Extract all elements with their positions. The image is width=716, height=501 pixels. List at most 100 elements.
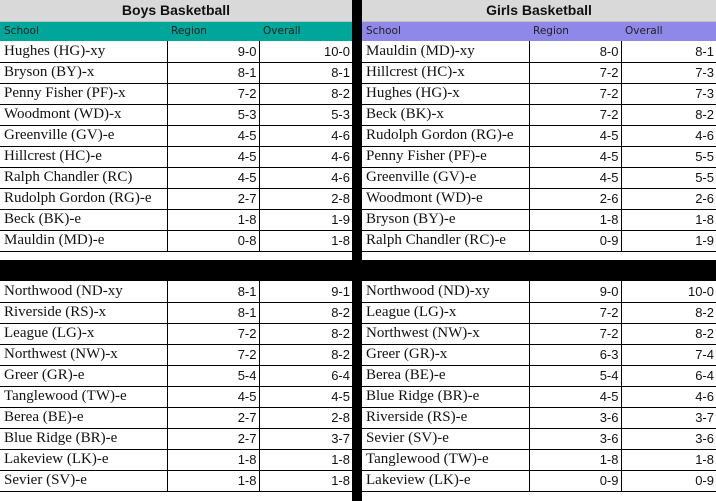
school-cell: Greenville (GV)-e — [0, 125, 167, 147]
overall-record-cell: 2-8 — [258, 407, 352, 429]
overall-record-cell: 8-2 — [620, 323, 716, 345]
region-record-cell: 7-2 — [528, 62, 621, 84]
school-cell: Hughes (HG)-x — [362, 83, 529, 105]
school-cell: Northwest (NW)-x — [0, 344, 167, 366]
table-row: Beck (BK)-x 7-2 8-2 — [362, 104, 716, 126]
table-row: Sevier (SV)-e 1-8 1-8 — [0, 470, 352, 492]
table-row: Tanglewood (TW)-e 4-5 4-5 — [0, 386, 352, 408]
boys-division2-standings: Northwood (ND-xy 8-1 9-1 Riverside (RS)-x 8-… — [0, 281, 352, 492]
overall-record-cell: 5-3 — [258, 104, 352, 126]
boys-division1-standings: Hughes (HG)-xy 9-0 10-0 Bryson (BY)-x 8-1 8-1… — [0, 41, 352, 252]
region-record-cell: 3-6 — [528, 428, 621, 450]
table-row: Hillcrest (HC)-x 7-2 7-3 — [362, 62, 716, 84]
girls-title: Girls Basketball — [362, 0, 716, 22]
school-cell: Bryson (BY)-x — [0, 62, 167, 84]
school-cell: Ralph Chandler (RC)-e — [362, 230, 529, 252]
school-cell: Beck (BK)-x — [362, 104, 529, 126]
overall-record-cell: 4-6 — [258, 167, 352, 189]
school-cell: Rudolph Gordon (RG)-e — [0, 188, 167, 210]
region-record-cell: 8-1 — [166, 302, 259, 324]
table-row: Beck (BK)-e 1-8 1-9 — [0, 209, 352, 231]
table-row: Sevier (SV)-e 3-6 3-6 — [362, 428, 716, 450]
overall-record-cell: 8-2 — [620, 104, 716, 126]
region-record-cell: 4-5 — [166, 386, 259, 408]
region-record-cell: 1-8 — [166, 470, 259, 492]
overall-record-cell: 4-6 — [620, 125, 716, 147]
region-record-cell: 5-3 — [166, 104, 259, 126]
standings-table: Northwood (ND)-xy 9-0 10-0 League (LG)-x 7-2… — [362, 281, 716, 492]
region-record-cell: 5-4 — [528, 365, 621, 387]
overall-record-cell: 9-1 — [258, 281, 352, 303]
overall-record-cell: 6-4 — [620, 365, 716, 387]
school-cell: Northwood (ND-xy — [0, 281, 167, 303]
table-row: Woodmont (WD)-x 5-3 5-3 — [0, 104, 352, 126]
table-row: Mauldin (MD)-e 0-8 1-8 — [0, 230, 352, 252]
region-record-cell: 2-6 — [528, 188, 621, 210]
region-record-cell: 1-8 — [166, 449, 259, 471]
school-cell: Northwood (ND)-xy — [362, 281, 529, 303]
table-row: Greenville (GV)-e 4-5 4-6 — [0, 125, 352, 147]
table-row: Northwest (NW)-x 7-2 8-2 — [362, 323, 716, 345]
girls-division2-standings: Northwood (ND)-xy 9-0 10-0 League (LG)-x 7-2… — [362, 281, 716, 492]
region-record-cell: 4-5 — [528, 146, 621, 168]
girls-basketball-panel: Girls Basketball School Region Overall M… — [362, 0, 716, 492]
standings-table: Northwood (ND-xy 8-1 9-1 Riverside (RS)-x 8-… — [0, 281, 352, 492]
region-record-cell: 4-5 — [528, 167, 621, 189]
school-cell: Woodmont (WD)-x — [0, 104, 167, 126]
overall-record-cell: 8-2 — [258, 302, 352, 324]
column-region: Region — [171, 25, 207, 37]
school-cell: Hillcrest (HC)-e — [0, 146, 167, 168]
school-cell: Hillcrest (HC)-x — [362, 62, 529, 84]
overall-record-cell: 1-8 — [620, 209, 716, 231]
boys-title: Boys Basketball — [0, 0, 352, 22]
overall-record-cell: 0-9 — [620, 470, 716, 492]
region-record-cell: 3-6 — [528, 407, 621, 429]
table-row: Berea (BE)-e 2-7 2-8 — [0, 407, 352, 429]
region-record-cell: 7-2 — [528, 323, 621, 345]
school-cell: Berea (BE)-e — [362, 365, 529, 387]
girls-column-header: School Region Overall — [362, 22, 716, 41]
overall-record-cell: 6-4 — [258, 365, 352, 387]
boys-basketball-panel: Boys Basketball School Region Overall Hu… — [0, 0, 352, 492]
region-record-cell: 1-8 — [528, 449, 621, 471]
school-cell: Bryson (BY)-e — [362, 209, 529, 231]
table-row: League (LG)-x 7-2 8-2 — [362, 302, 716, 324]
table-row: Lakeview (LK)-e 0-9 0-9 — [362, 470, 716, 492]
table-row: Hillcrest (HC)-e 4-5 4-6 — [0, 146, 352, 168]
table-row: Ralph Chandler (RC) 4-5 4-6 — [0, 167, 352, 189]
region-record-cell: 8-0 — [528, 41, 621, 63]
column-overall: Overall — [263, 25, 301, 37]
school-cell: Ralph Chandler (RC) — [0, 167, 167, 189]
school-cell: Sevier (SV)-e — [0, 470, 167, 492]
overall-record-cell: 1-8 — [620, 449, 716, 471]
overall-record-cell: 7-4 — [620, 344, 716, 366]
overall-record-cell: 8-2 — [258, 83, 352, 105]
table-row: Northwood (ND)-xy 9-0 10-0 — [362, 281, 716, 303]
table-row: Greer (GR)-e 5-4 6-4 — [0, 365, 352, 387]
school-cell: Mauldin (MD)-xy — [362, 41, 529, 63]
table-row: League (LG)-x 7-2 8-2 — [0, 323, 352, 345]
overall-record-cell: 3-7 — [258, 428, 352, 450]
region-record-cell: 4-5 — [166, 146, 259, 168]
overall-record-cell: 5-5 — [620, 146, 716, 168]
table-row: Hughes (HG)-xy 9-0 10-0 — [0, 41, 352, 63]
region-record-cell: 5-4 — [166, 365, 259, 387]
table-row: Tanglewood (TW)-e 1-8 1-8 — [362, 449, 716, 471]
region-record-cell: 1-8 — [166, 209, 259, 231]
overall-record-cell: 4-6 — [620, 386, 716, 408]
school-cell: Penny Fisher (PF)-e — [362, 146, 529, 168]
table-row: Blue Ridge (BR)-e 2-7 3-7 — [0, 428, 352, 450]
table-row: Rudolph Gordon (RG)-e 4-5 4-6 — [362, 125, 716, 147]
overall-record-cell: 3-6 — [620, 428, 716, 450]
overall-record-cell: 8-2 — [258, 323, 352, 345]
school-cell: Tanglewood (TW)-e — [0, 386, 167, 408]
school-cell: Mauldin (MD)-e — [0, 230, 167, 252]
region-record-cell: 4-5 — [528, 125, 621, 147]
school-cell: Riverside (RS)-e — [362, 407, 529, 429]
region-record-cell: 6-3 — [528, 344, 621, 366]
overall-record-cell: 1-8 — [258, 449, 352, 471]
region-record-cell: 4-5 — [166, 125, 259, 147]
table-row: Blue Ridge (BR)-e 4-5 4-6 — [362, 386, 716, 408]
table-row: Rudolph Gordon (RG)-e 2-7 2-8 — [0, 188, 352, 210]
region-record-cell: 9-0 — [166, 41, 259, 63]
